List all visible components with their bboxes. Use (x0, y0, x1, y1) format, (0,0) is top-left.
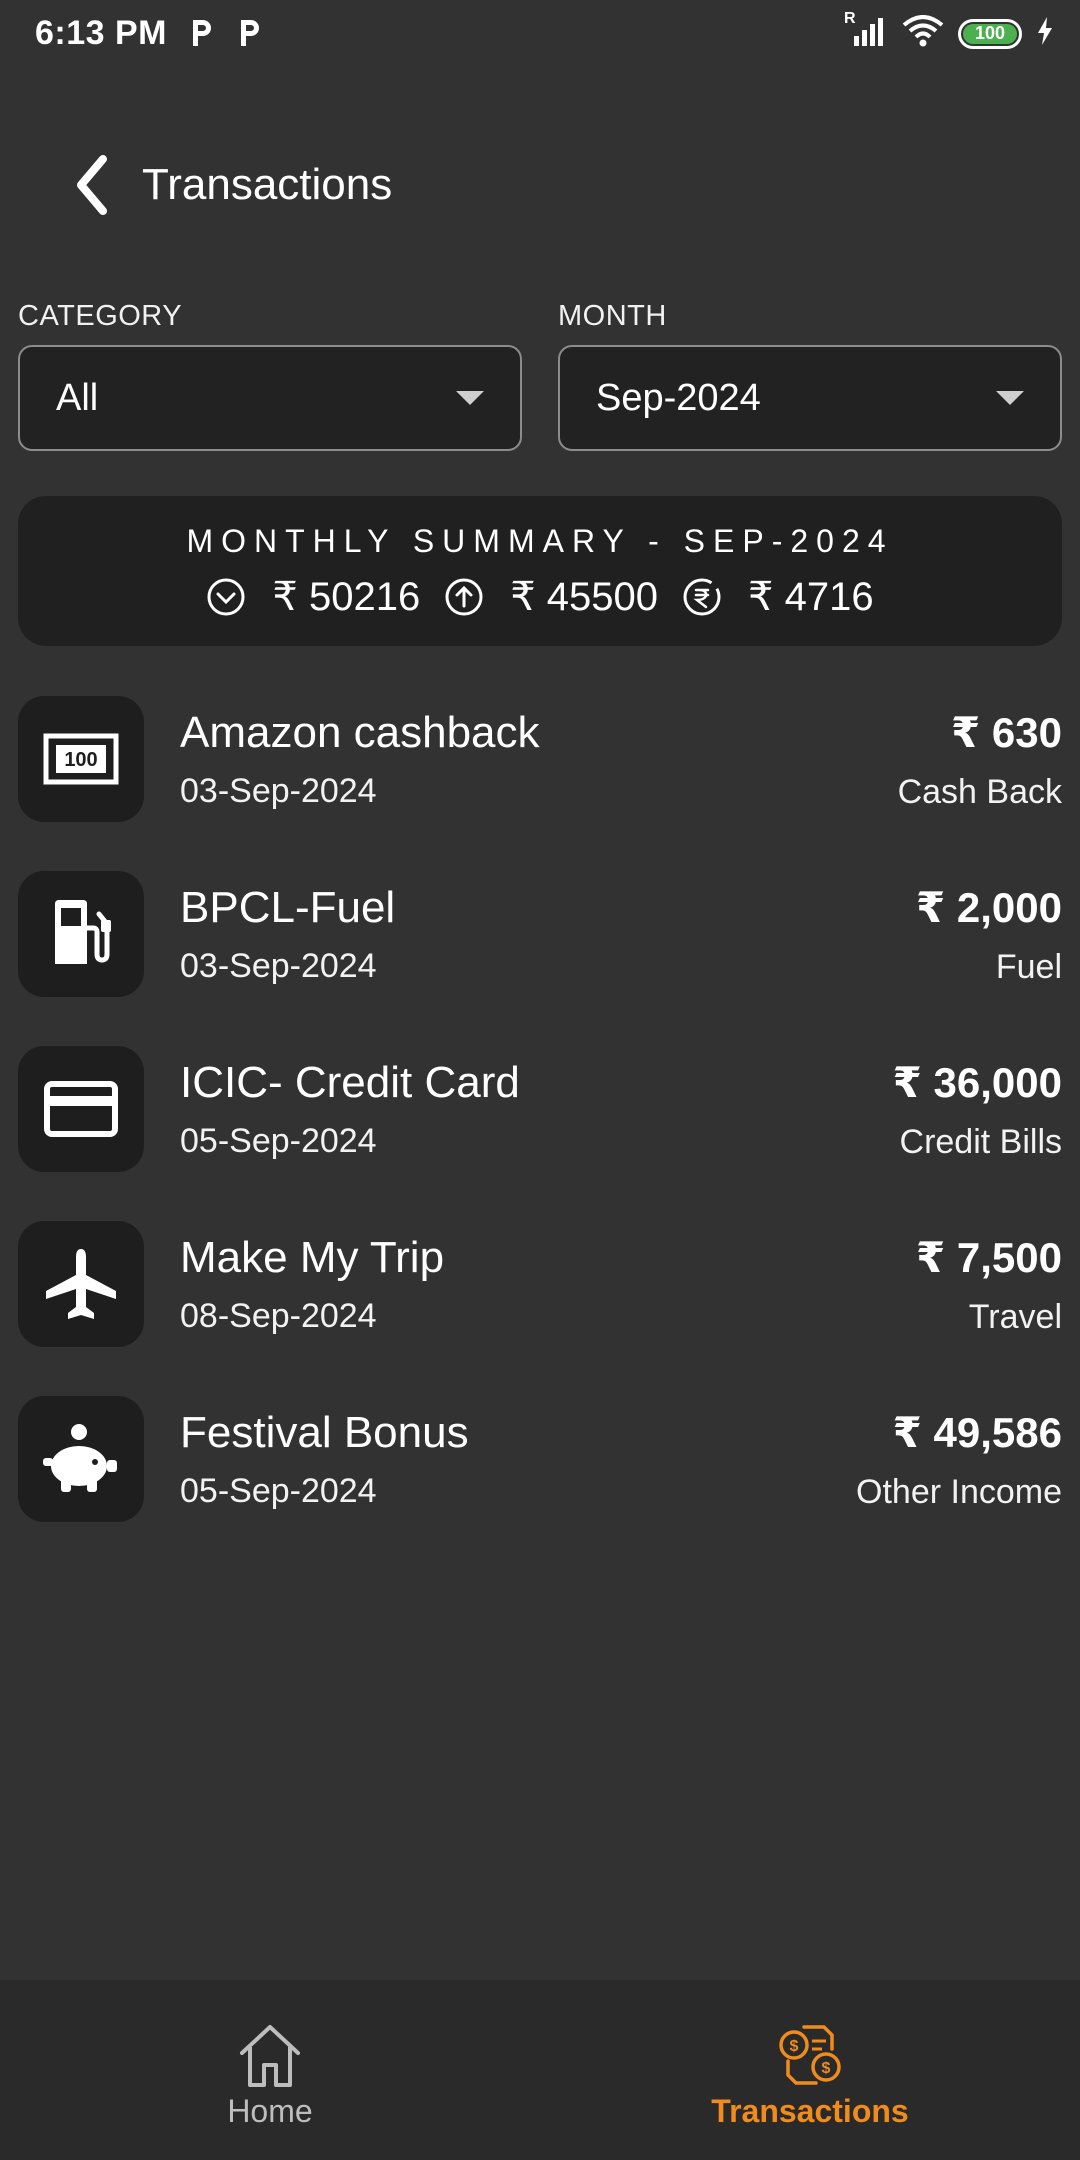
chevron-down-icon (996, 391, 1024, 405)
transaction-row[interactable]: ICIC- Credit Card 05-Sep-2024 ₹ 36,000 C… (0, 1046, 1080, 1221)
nav-transactions[interactable]: $ $ Transactions (540, 1980, 1080, 2160)
back-button[interactable] (48, 140, 138, 230)
rupee-circle-icon (682, 577, 722, 617)
category-label: CATEGORY (18, 300, 183, 332)
balance-stat: ₹ 4716 (682, 574, 874, 620)
category-select[interactable]: All (18, 345, 522, 451)
transaction-category: Fuel (995, 948, 1062, 986)
month-filter: MONTH Sep-2024 (558, 300, 1062, 451)
status-time: 6:13 PM (35, 13, 167, 52)
balance-value: ₹ 4716 (748, 574, 874, 619)
status-icons: R 100 (844, 10, 1054, 53)
svg-text:$: $ (822, 2060, 831, 2077)
battery-icon: 100 (958, 18, 1022, 49)
income-stat: ₹ 50216 (206, 574, 420, 620)
summary-stats: ₹ 50216 ₹ 45500 ₹ 4716 (194, 574, 885, 620)
fuel-pump-icon (18, 871, 144, 997)
nav-transactions-label: Transactions (711, 2092, 909, 2129)
svg-text:$: $ (790, 2038, 799, 2055)
transaction-row[interactable]: 100 Amazon cashback 03-Sep-2024 ₹ 630 Ca… (0, 696, 1080, 871)
back-arrow-icon (77, 155, 107, 215)
transaction-category: Cash Back (897, 773, 1062, 811)
signal-roaming-label: R (844, 10, 856, 27)
transaction-category: Travel (968, 1298, 1062, 1336)
transaction-name: ICIC- Credit Card (180, 1058, 520, 1107)
check-circle-down-icon (206, 577, 246, 617)
transaction-name: Festival Bonus (180, 1408, 469, 1457)
transaction-row[interactable]: Festival Bonus 05-Sep-2024 ₹ 49,586 Othe… (0, 1396, 1080, 1571)
signal-icon: R (844, 10, 888, 53)
transaction-date: 05-Sep-2024 (180, 1122, 377, 1160)
credit-card-icon (18, 1046, 144, 1172)
transaction-amount: ₹ 630 (951, 709, 1062, 756)
chevron-down-icon (456, 391, 484, 405)
transaction-amount: ₹ 7,500 (916, 1234, 1062, 1281)
app-header: Transactions (0, 140, 1080, 230)
wifi-icon (902, 15, 944, 52)
transaction-row[interactable]: Make My Trip 08-Sep-2024 ₹ 7,500 Travel (0, 1221, 1080, 1396)
battery-level: 100 (963, 23, 1017, 44)
nav-home-label: Home (227, 2092, 313, 2129)
month-label: MONTH (558, 300, 667, 332)
transaction-row[interactable]: BPCL-Fuel 03-Sep-2024 ₹ 2,000 Fuel (0, 871, 1080, 1046)
parking-app-icon-2 (235, 18, 265, 48)
piggy-bank-icon (18, 1396, 144, 1522)
transactions-exchange-icon: $ $ (779, 2024, 841, 2085)
parking-app-icon (187, 18, 217, 48)
month-value: Sep-2024 (596, 376, 761, 419)
airplane-icon (18, 1221, 144, 1347)
transaction-date: 03-Sep-2024 (180, 772, 377, 810)
transaction-list: 100 Amazon cashback 03-Sep-2024 ₹ 630 Ca… (0, 696, 1080, 1571)
arrow-up-circle-icon (444, 577, 484, 617)
transaction-date: 05-Sep-2024 (180, 1472, 377, 1510)
cash-note-icon: 100 (18, 696, 144, 822)
transaction-category: Credit Bills (899, 1123, 1062, 1161)
page-title: Transactions (142, 160, 393, 209)
bottom-navigation: Home $ $ Transactions (0, 1980, 1080, 2160)
transaction-name: Make My Trip (180, 1233, 445, 1282)
summary-title: MONTHLY SUMMARY - SEP-2024 (186, 522, 894, 559)
expense-stat: ₹ 45500 (444, 574, 658, 620)
home-icon (240, 2024, 300, 2087)
category-value: All (56, 376, 99, 419)
income-value: ₹ 50216 (272, 574, 421, 619)
transaction-name: Amazon cashback (180, 708, 540, 757)
transaction-amount: ₹ 49,586 (892, 1409, 1062, 1456)
cash-note-label: 100 (64, 749, 97, 771)
charging-icon (1036, 17, 1054, 50)
transaction-amount: ₹ 36,000 (892, 1059, 1062, 1106)
expense-value: ₹ 45500 (510, 574, 659, 619)
transaction-date: 08-Sep-2024 (180, 1297, 377, 1335)
monthly-summary-card: MONTHLY SUMMARY - SEP-2024 ₹ 50216 ₹ 455… (18, 496, 1062, 646)
nav-home[interactable]: Home (0, 1980, 540, 2160)
transaction-category: Other Income (856, 1473, 1062, 1511)
category-filter: CATEGORY All (18, 300, 522, 451)
status-bar: 6:13 PM R 100 (0, 0, 1080, 66)
transaction-name: BPCL-Fuel (180, 883, 396, 932)
transaction-date: 03-Sep-2024 (180, 947, 377, 985)
month-select[interactable]: Sep-2024 (558, 345, 1062, 451)
transaction-amount: ₹ 2,000 (916, 884, 1062, 931)
